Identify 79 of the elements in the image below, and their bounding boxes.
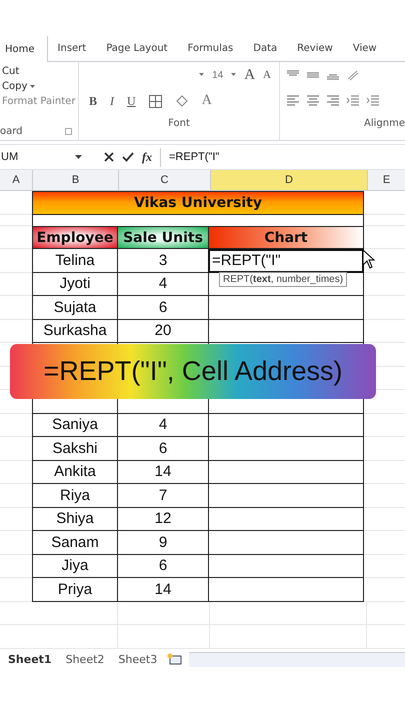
group-label: oard xyxy=(0,126,23,136)
formula-field[interactable]: =REPT("I" xyxy=(165,151,220,163)
check-icon[interactable] xyxy=(122,152,134,162)
column-header[interactable]: A xyxy=(0,170,33,190)
ribbon-tab[interactable]: Formulas xyxy=(178,36,244,61)
indent-icon[interactable] xyxy=(346,95,360,107)
grow-font-button[interactable]: A xyxy=(244,66,256,84)
table-cell: Sakshi xyxy=(32,437,117,460)
format-painter-button[interactable]: Format Painter xyxy=(0,96,78,107)
caret-icon xyxy=(199,73,204,77)
cancel-icon[interactable] xyxy=(104,152,114,162)
table-cell: 9 xyxy=(117,531,208,554)
ribbon-tab[interactable]: Review xyxy=(287,36,343,61)
table-cell: Jyoti xyxy=(32,272,117,296)
caret-icon[interactable] xyxy=(75,154,82,160)
table-cell: 4 xyxy=(117,414,208,437)
align-text-icon[interactable] xyxy=(306,95,320,107)
name-box[interactable]: UM xyxy=(0,151,71,163)
table-cell: 14 xyxy=(117,578,208,602)
insert-function-button[interactable]: fx xyxy=(142,150,152,164)
ribbon-tab[interactable]: Page Layout xyxy=(96,36,178,61)
align-top-icon[interactable] xyxy=(306,70,320,80)
table-cell: Priya xyxy=(32,578,117,602)
table-cell: 6 xyxy=(117,554,208,578)
shrink-font-button[interactable]: A xyxy=(263,69,271,81)
table-cell: 14 xyxy=(117,460,208,484)
sheet-tab[interactable]: Sheet3 xyxy=(114,653,162,666)
table-cell: 6 xyxy=(117,296,208,320)
function-tooltip: REPT(text, number_times) xyxy=(219,272,348,287)
ribbon-tab[interactable]: Insert xyxy=(48,36,96,61)
formula-banner: =REPT("I", Cell Address) xyxy=(10,344,376,399)
header-cell: Sale Units xyxy=(117,226,208,249)
indent-icon[interactable] xyxy=(366,95,380,107)
table-cell: 4 xyxy=(117,272,208,296)
table-cell: Riya xyxy=(32,484,117,508)
new-sheet-icon[interactable] xyxy=(167,653,184,666)
table-cell: 12 xyxy=(117,508,208,531)
bold-button[interactable]: B xyxy=(89,94,98,108)
cut-button[interactable]: Cut xyxy=(0,66,78,77)
group-label: Font xyxy=(168,118,190,128)
caret-icon xyxy=(30,84,36,88)
table-cell: Saniya xyxy=(32,414,117,437)
cursor-icon xyxy=(362,249,376,269)
orientation-icon[interactable] xyxy=(346,69,360,81)
caret-icon xyxy=(231,73,236,77)
table-cell: 20 xyxy=(117,320,208,343)
table-cell: Sujata xyxy=(32,296,117,320)
group-label: Alignme xyxy=(364,118,405,128)
dialog-launcher-icon xyxy=(65,128,72,134)
title-cell: Vikas University xyxy=(32,191,364,215)
header-cell: Employee xyxy=(32,226,117,249)
horizontal-scrollbar[interactable] xyxy=(189,652,405,667)
cell-editor[interactable]: =REPT("I" xyxy=(208,249,364,272)
table-cell: Shiya xyxy=(32,508,117,531)
font-size-field[interactable]: 14 xyxy=(212,70,224,80)
column-header[interactable]: E xyxy=(368,170,405,190)
table-cell: 6 xyxy=(117,437,208,460)
paint-bucket-icon[interactable] xyxy=(174,95,189,107)
header-cell: Chart xyxy=(208,226,364,249)
align-text-icon[interactable] xyxy=(286,95,300,107)
table-cell: Surkasha xyxy=(32,320,117,343)
column-header[interactable]: B xyxy=(33,170,119,190)
borders-icon[interactable] xyxy=(148,94,162,108)
table-cell: Jiya xyxy=(32,554,117,578)
table-cell: Ankita xyxy=(32,460,117,484)
ribbon-tab[interactable]: Data xyxy=(243,36,288,61)
font-color-button[interactable]: A xyxy=(202,93,212,109)
ribbon-tab[interactable]: Home xyxy=(0,36,48,62)
underline-button[interactable]: U xyxy=(127,94,136,108)
sheet-tab[interactable]: Sheet2 xyxy=(62,653,108,666)
table-cell: Telina xyxy=(32,249,117,272)
ribbon-tab[interactable]: View xyxy=(342,36,387,61)
sheet-tab[interactable]: Sheet1 xyxy=(4,653,56,666)
table-cell: Sanam xyxy=(32,531,117,554)
column-header[interactable]: D xyxy=(211,170,368,190)
copy-button[interactable]: Copy xyxy=(0,81,78,92)
italic-button[interactable]: I xyxy=(110,94,114,108)
align-text-icon[interactable] xyxy=(326,95,340,107)
table-cell: 7 xyxy=(117,484,208,508)
